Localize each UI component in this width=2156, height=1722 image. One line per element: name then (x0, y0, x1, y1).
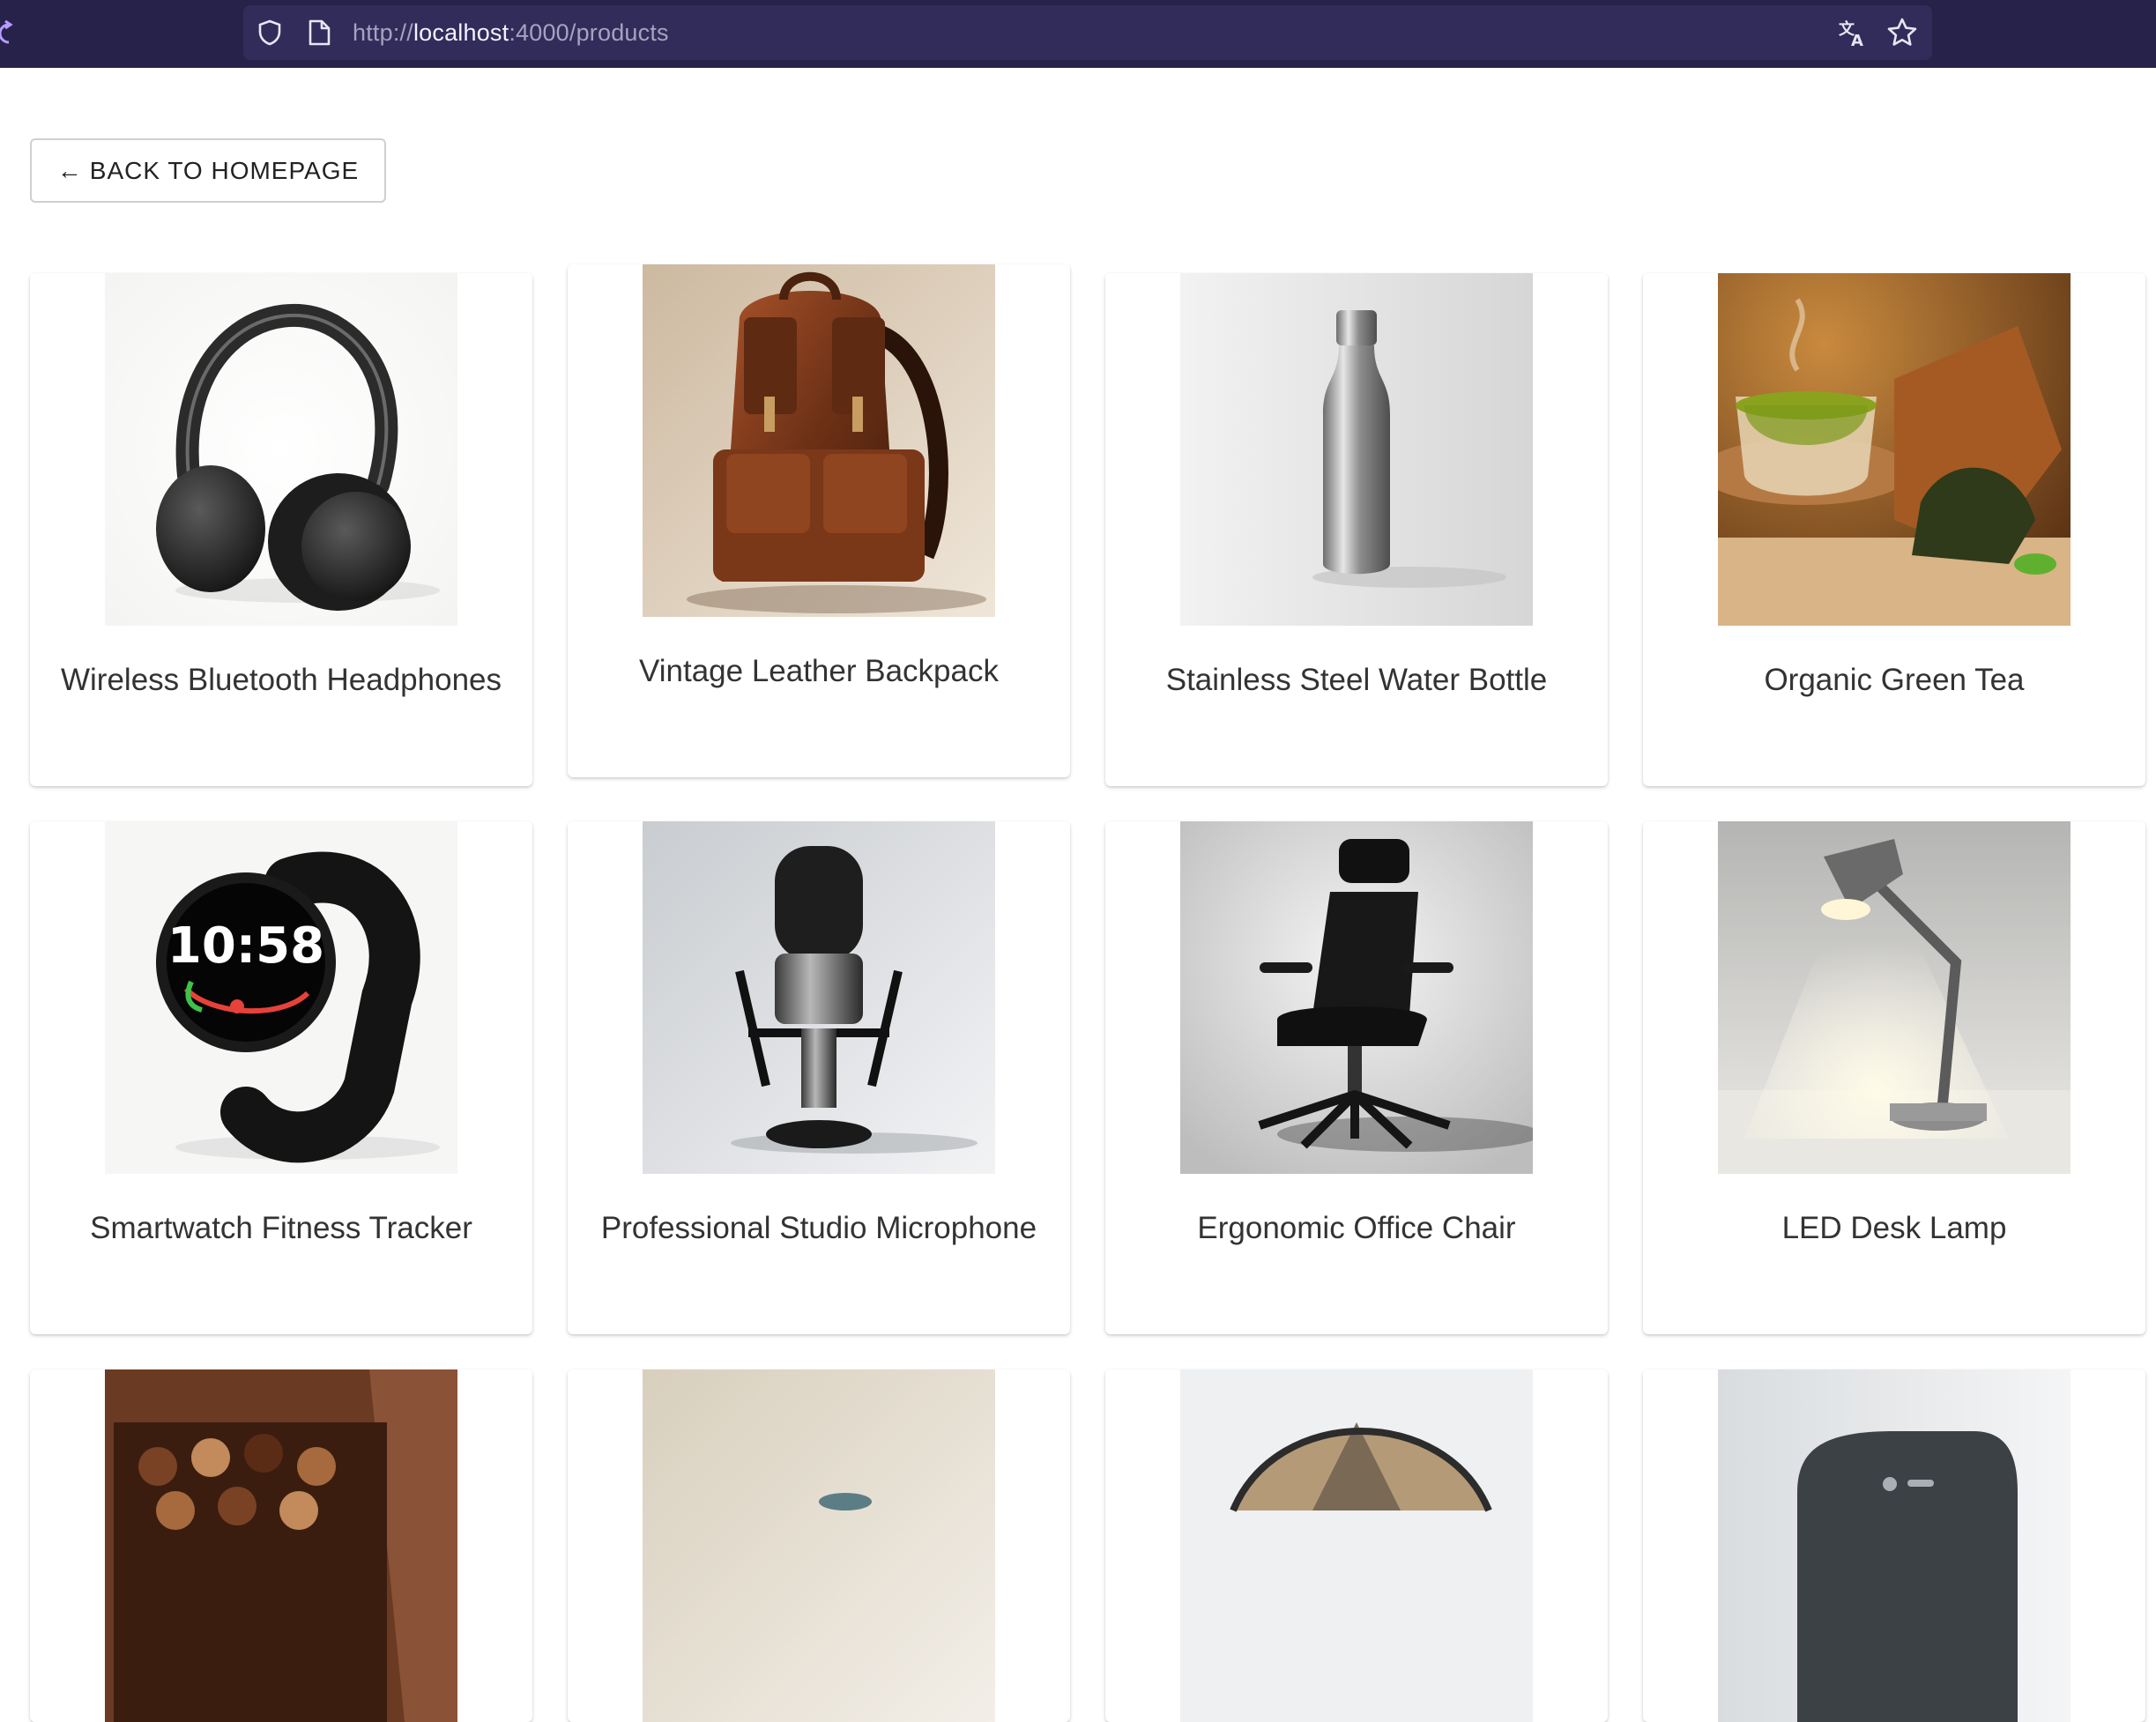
url-path: :4000/products (509, 19, 669, 46)
star-icon[interactable] (1886, 17, 1918, 48)
product-title: Vintage Leather Backpack (639, 654, 999, 688)
product-title: LED Desk Lamp (1781, 1211, 2007, 1245)
product-card[interactable] (1105, 1369, 1608, 1722)
headphones-image (105, 273, 457, 626)
product-title: Smartwatch Fitness Tracker (90, 1211, 472, 1245)
product-image[interactable] (643, 264, 995, 617)
product-card[interactable]: Vintage Leather Backpack (568, 264, 1070, 777)
product-image[interactable] (1718, 1369, 2071, 1722)
product-title: Wireless Bluetooth Headphones (60, 663, 502, 697)
product-card[interactable] (1643, 1369, 2145, 1722)
product-card[interactable]: Ergonomic Office Chair (1105, 821, 1608, 1334)
product-image[interactable] (1180, 821, 1533, 1174)
product-image[interactable]: 10:58 (105, 821, 457, 1174)
office-chair-image (1180, 821, 1533, 1174)
product-image[interactable] (1180, 273, 1533, 626)
address-bar[interactable]: http://localhost:4000/products 文 A (243, 5, 1932, 60)
product-title: Professional Studio Microphone (600, 1211, 1037, 1245)
browser-toolbar: http://localhost:4000/products 文 A (0, 0, 2156, 68)
product-title: Organic Green Tea (1764, 663, 2025, 697)
water-bottle-image (1180, 273, 1533, 626)
green-tea-image (1718, 273, 2071, 626)
product-image[interactable] (105, 273, 457, 626)
back-to-homepage-button[interactable]: ← BACK TO HOMEPAGE (30, 138, 386, 203)
chocolates-image (105, 1369, 457, 1722)
product-image[interactable] (1718, 821, 2071, 1174)
shield-icon[interactable] (256, 19, 284, 47)
page-icon (309, 19, 331, 46)
translate-icon[interactable]: 文 A (1837, 17, 1869, 48)
product-image[interactable] (1180, 1369, 1533, 1722)
product-card[interactable]: Wireless Bluetooth Headphones (30, 273, 532, 786)
desk-lamp-image (1718, 821, 2071, 1174)
product-card[interactable]: Stainless Steel Water Bottle (1105, 273, 1608, 786)
reload-icon[interactable] (0, 18, 18, 49)
gadget-image (1718, 1369, 2071, 1722)
back-arrow-icon: ← (56, 156, 83, 184)
product-image[interactable] (1718, 273, 2071, 626)
product-image[interactable] (643, 1369, 995, 1722)
product-card[interactable]: Professional Studio Microphone (568, 821, 1070, 1334)
microphone-image (643, 821, 995, 1174)
product-card[interactable] (568, 1369, 1070, 1722)
tent-image (1180, 1369, 1533, 1722)
product-card[interactable]: Organic Green Tea (1643, 273, 2145, 786)
product-card[interactable]: 10:58 Smartwatch Fitness Tracker (30, 821, 532, 1334)
backpack-image (643, 264, 995, 617)
smartwatch-image: 10:58 (105, 821, 457, 1174)
product-card[interactable]: LED Desk Lamp (1643, 821, 2145, 1334)
product-card[interactable] (30, 1369, 532, 1722)
watch-time: 10:58 (167, 917, 324, 975)
svg-text:A: A (1851, 32, 1863, 48)
back-button-label: BACK TO HOMEPAGE (89, 156, 360, 184)
url-scheme: http:// (353, 19, 413, 46)
product-image (643, 1369, 995, 1722)
url-host: localhost (413, 19, 509, 46)
url-text[interactable]: http://localhost:4000/products (353, 5, 669, 60)
product-title: Ergonomic Office Chair (1197, 1211, 1516, 1245)
product-image[interactable] (643, 821, 995, 1174)
product-image[interactable] (105, 1369, 457, 1722)
product-title: Stainless Steel Water Bottle (1165, 663, 1548, 697)
